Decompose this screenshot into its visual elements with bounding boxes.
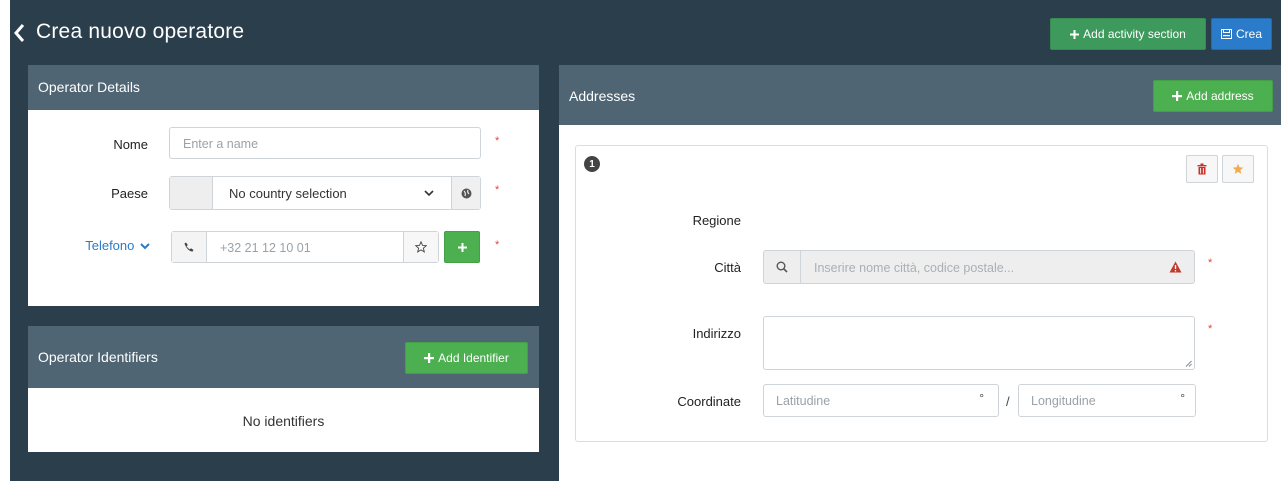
required-marker: * [495, 184, 500, 196]
city-label: Città [714, 260, 741, 275]
city-placeholder: Inserire nome città, codice postale... [814, 261, 1015, 275]
addresses-header: Addresses Add address [559, 65, 1281, 125]
delete-address-button[interactable] [1186, 155, 1218, 183]
add-address-button[interactable]: Add address [1153, 80, 1273, 112]
latitude-degree-sign: ° [979, 391, 984, 405]
add-identifier-button[interactable]: Add Identifier [405, 342, 528, 374]
region-label: Regione [692, 213, 741, 228]
phone-input[interactable]: +32 21 12 10 01 [171, 231, 439, 263]
phone-placeholder: +32 21 12 10 01 [220, 241, 311, 255]
address-card: 1 Regione Città Inserire nome città, cod… [575, 145, 1268, 442]
phone-type-dropdown[interactable]: Telefono [78, 238, 150, 253]
coordinates-label: Coordinate [677, 394, 741, 409]
required-marker: * [1208, 257, 1213, 269]
left-edge [0, 0, 10, 481]
country-select[interactable]: No country selection [169, 176, 481, 210]
name-input[interactable]: Enter a name [169, 127, 481, 159]
operator-identifiers-header: Operator Identifiers Add Identifier [28, 326, 539, 388]
no-identifiers-text: No identifiers [242, 413, 325, 429]
name-placeholder: Enter a name [183, 137, 259, 151]
address-textarea[interactable] [763, 316, 1195, 370]
warning-icon [1169, 261, 1182, 273]
search-addon [764, 251, 801, 283]
primary-address-button[interactable] [1222, 155, 1254, 183]
favorite-addon[interactable] [403, 232, 438, 262]
latitude-placeholder: Latitudine [776, 394, 831, 408]
country-selected-value: No country selection [229, 186, 347, 201]
create-button[interactable]: Crea [1211, 18, 1272, 50]
add-address-label: Add address [1186, 89, 1254, 103]
add-phone-button[interactable] [444, 231, 480, 263]
star-outline-icon [415, 241, 427, 253]
longitude-placeholder: Longitudine [1031, 394, 1096, 408]
country-label: Paese [111, 186, 148, 201]
save-icon [1220, 29, 1232, 39]
country-flag-addon [170, 177, 213, 209]
resize-handle-icon[interactable] [1185, 360, 1192, 367]
add-identifier-label: Add Identifier [438, 351, 509, 365]
addresses-panel: Addresses Add address 1 Regione Città In… [559, 65, 1281, 481]
globe-icon [461, 188, 471, 198]
operator-identifiers-title: Operator Identifiers [38, 349, 158, 365]
operator-identifiers-panel: Operator Identifiers Add Identifier No i… [28, 326, 539, 452]
longitude-degree-sign: ° [1180, 391, 1185, 405]
phone-icon [184, 242, 194, 252]
add-activity-section-button[interactable]: Add activity section [1050, 18, 1206, 50]
name-label: Nome [113, 137, 148, 152]
phone-label: Telefono [85, 238, 135, 253]
chevron-down-icon [140, 243, 150, 250]
create-label: Crea [1235, 27, 1262, 41]
trash-icon [1197, 163, 1207, 175]
chevron-left-icon[interactable] [14, 22, 25, 44]
longitude-input[interactable]: Longitudine ° [1018, 384, 1196, 417]
latitude-input[interactable]: Latitudine ° [763, 384, 999, 417]
globe-addon [451, 177, 480, 209]
chevron-down-icon [424, 190, 434, 197]
addresses-title: Addresses [569, 88, 636, 104]
page-title: Crea nuovo operatore [36, 20, 245, 43]
plus-icon [457, 242, 467, 252]
operator-details-title: Operator Details [38, 79, 140, 95]
city-input[interactable]: Inserire nome città, codice postale... [763, 250, 1195, 284]
operator-details-panel: Operator Details Nome Enter a name * Pae… [28, 65, 539, 306]
address-number-badge: 1 [584, 156, 600, 172]
star-icon [1232, 163, 1244, 174]
plus-icon [1172, 91, 1183, 101]
required-marker: * [1208, 323, 1213, 335]
coordinate-separator: / [1006, 394, 1010, 409]
required-marker: * [495, 135, 500, 147]
operator-details-header: Operator Details [28, 65, 539, 110]
plus-icon [424, 353, 435, 363]
phone-addon [172, 232, 207, 262]
search-icon [776, 261, 788, 273]
address-label: Indirizzo [692, 326, 741, 341]
required-marker: * [495, 239, 500, 251]
add-activity-section-label: Add activity section [1083, 27, 1186, 41]
plus-icon [1070, 29, 1080, 39]
